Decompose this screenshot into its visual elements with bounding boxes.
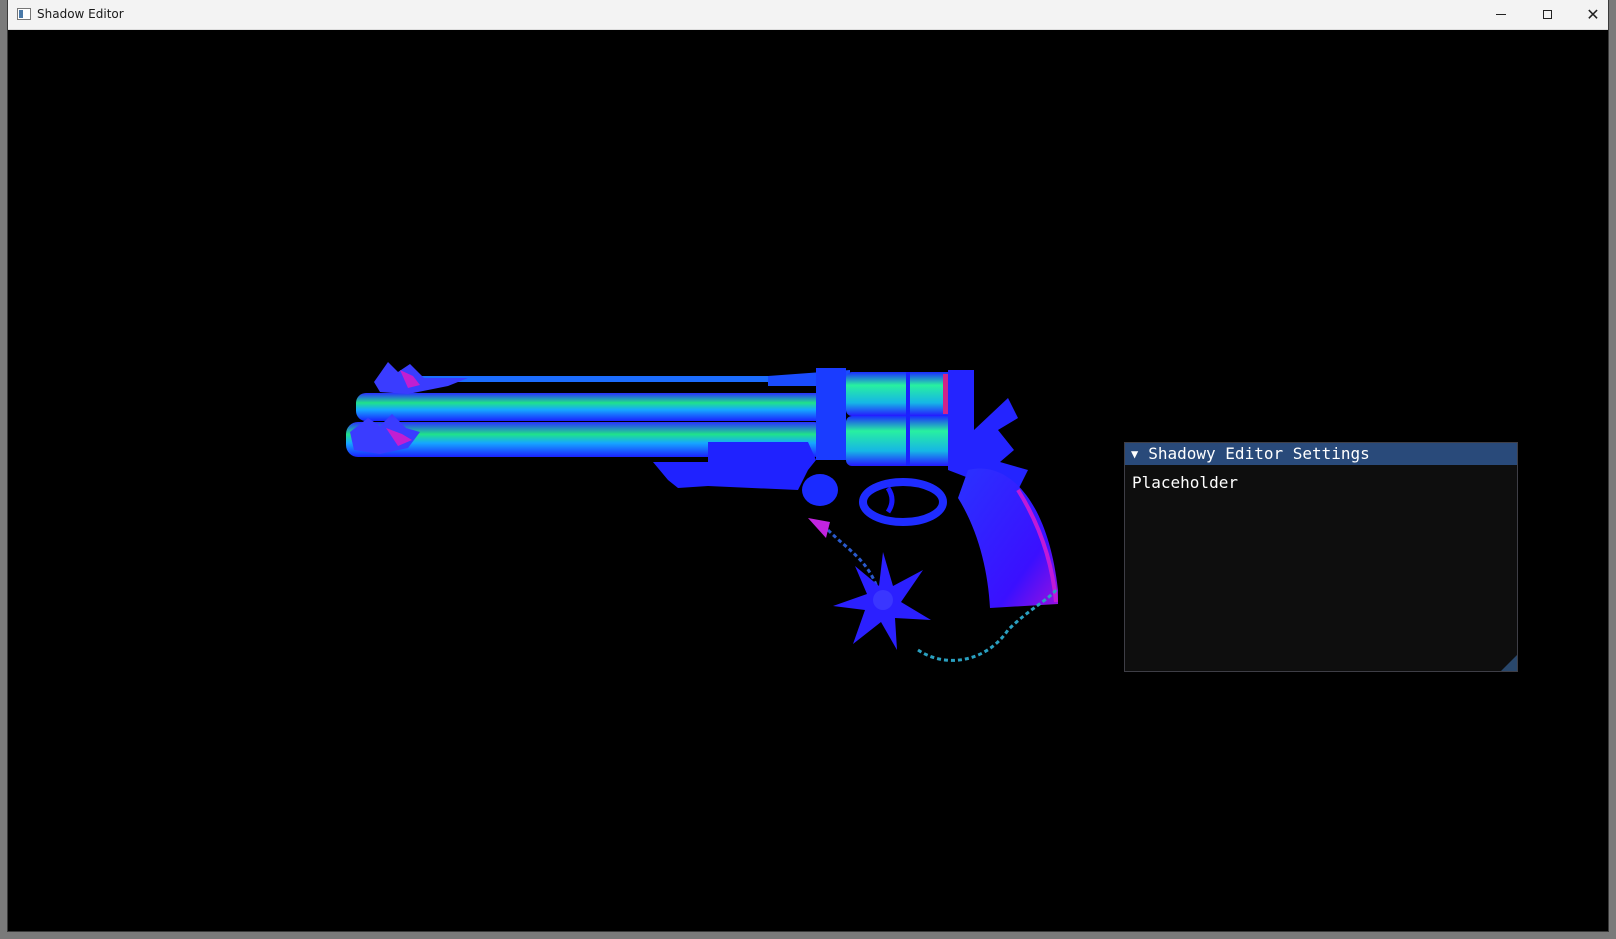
render-viewport[interactable]: ▼ Shadowy Editor Settings Placeholder bbox=[8, 30, 1608, 931]
cylinder-groove bbox=[906, 372, 910, 466]
resize-grip-icon[interactable] bbox=[1501, 655, 1517, 671]
maximize-button[interactable] bbox=[1524, 0, 1570, 29]
settings-panel-title: Shadowy Editor Settings bbox=[1148, 444, 1370, 463]
app-window-icon bbox=[17, 8, 31, 20]
window-title: Shadow Editor bbox=[37, 7, 124, 21]
settings-panel-body: Placeholder bbox=[1125, 465, 1517, 500]
lower-cylinder bbox=[846, 416, 961, 466]
app-window: Shadow Editor ✕ ▼ Shadowy Editor Setting… bbox=[8, 0, 1608, 931]
minimize-button[interactable] bbox=[1478, 0, 1524, 29]
chain-hook bbox=[808, 518, 830, 538]
placeholder-text: Placeholder bbox=[1132, 473, 1238, 492]
star-charm bbox=[833, 552, 931, 650]
frame-round bbox=[802, 474, 838, 506]
upper-muzzle-ornament bbox=[374, 362, 468, 394]
upper-barrel bbox=[356, 393, 826, 421]
title-bar[interactable]: Shadow Editor ✕ bbox=[8, 0, 1608, 30]
collapse-triangle-icon[interactable]: ▼ bbox=[1131, 443, 1138, 465]
settings-panel[interactable]: ▼ Shadowy Editor Settings Placeholder bbox=[1124, 442, 1518, 672]
trigger-guard bbox=[859, 478, 947, 526]
close-icon: ✕ bbox=[1586, 4, 1600, 24]
maximize-icon bbox=[1542, 10, 1552, 19]
close-button[interactable]: ✕ bbox=[1570, 0, 1616, 29]
settings-panel-titlebar[interactable]: ▼ Shadowy Editor Settings bbox=[1125, 443, 1517, 465]
frame-front bbox=[816, 368, 846, 460]
minimize-icon bbox=[1496, 14, 1506, 15]
upper-cylinder bbox=[846, 372, 956, 416]
trigger bbox=[885, 486, 895, 514]
